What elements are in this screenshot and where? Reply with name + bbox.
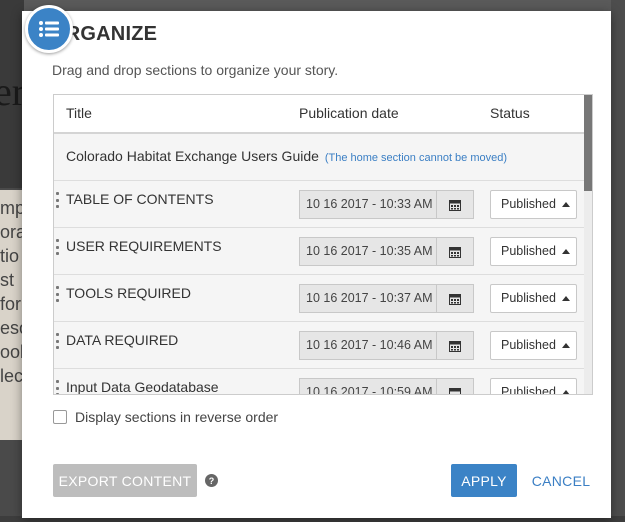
caret-up-icon	[562, 202, 570, 207]
drag-handle-icon[interactable]	[56, 286, 59, 302]
export-content-button[interactable]: EXPORT CONTENT	[53, 464, 197, 497]
section-row[interactable]: TABLE OF CONTENTS 10 16 2017 - 10:33 AM …	[54, 181, 584, 228]
section-row[interactable]: TOOLS REQUIRED 10 16 2017 - 10:37 AM Pub…	[54, 275, 584, 322]
caret-up-icon	[562, 296, 570, 301]
help-icon[interactable]: ?	[205, 474, 218, 487]
status-value: Published	[501, 338, 556, 352]
table-scrollbar[interactable]	[584, 95, 592, 394]
column-header-date: Publication date	[299, 105, 399, 121]
caret-up-icon	[562, 343, 570, 348]
status-select[interactable]: Published	[490, 378, 577, 395]
column-header-status: Status	[490, 105, 530, 121]
home-section-row: Colorado Habitat Exchange Users Guide (T…	[54, 134, 584, 181]
background-text-line: for	[0, 294, 22, 314]
publication-date-field[interactable]: 10 16 2017 - 10:59 AM	[299, 378, 437, 394]
background-right-strip	[611, 0, 625, 522]
section-title: TOOLS REQUIRED	[66, 285, 191, 301]
calendar-icon	[449, 340, 461, 352]
section-row[interactable]: DATA REQUIRED 10 16 2017 - 10:46 AM Publ…	[54, 322, 584, 369]
background-text-line: tio	[0, 246, 20, 266]
publication-date-field[interactable]: 10 16 2017 - 10:37 AM	[299, 284, 437, 313]
section-title: DATA REQUIRED	[66, 332, 179, 348]
status-value: Published	[501, 291, 556, 305]
caret-up-icon	[562, 390, 570, 394]
status-select[interactable]: Published	[490, 331, 577, 360]
organize-dialog: ORGANIZE Drag and drop sections to organ…	[22, 5, 611, 518]
section-title: TABLE OF CONTENTS	[66, 191, 214, 207]
scrollbar-thumb[interactable]	[584, 95, 592, 191]
calendar-icon	[449, 199, 461, 211]
background-text-line: ora	[0, 222, 24, 242]
section-title: Input Data Geodatabase	[66, 379, 219, 395]
publication-date-field[interactable]: 10 16 2017 - 10:46 AM	[299, 331, 437, 360]
calendar-icon	[449, 246, 461, 258]
status-value: Published	[501, 197, 556, 211]
calendar-button[interactable]	[437, 378, 474, 394]
calendar-icon	[449, 293, 461, 305]
calendar-icon	[449, 387, 461, 394]
section-row[interactable]: Input Data Geodatabase 10 16 2017 - 10:5…	[54, 369, 584, 395]
calendar-button[interactable]	[437, 237, 474, 266]
background-text-line: eso	[0, 318, 24, 338]
publication-date-field[interactable]: 10 16 2017 - 10:33 AM	[299, 190, 437, 219]
apply-button[interactable]: APPLY	[451, 464, 517, 497]
status-select[interactable]: Published	[490, 284, 577, 313]
drag-handle-icon[interactable]	[56, 192, 59, 208]
background-text-line: st	[0, 270, 15, 290]
reverse-order-checkbox[interactable]	[53, 410, 67, 424]
publication-date-field[interactable]: 10 16 2017 - 10:35 AM	[299, 237, 437, 266]
background-text-line: ool	[0, 342, 24, 362]
column-header-title: Title	[66, 105, 92, 121]
status-value: Published	[501, 244, 556, 258]
list-icon[interactable]	[25, 5, 73, 53]
status-select[interactable]: Published	[490, 190, 577, 219]
background-text-lines: mp ora tio st for eso ool lec	[0, 196, 24, 388]
home-section-title: Colorado Habitat Exchange Users Guide	[66, 148, 319, 164]
drag-handle-icon[interactable]	[56, 333, 59, 349]
background-text-line: lec	[0, 366, 24, 386]
calendar-button[interactable]	[437, 331, 474, 360]
drag-handle-icon[interactable]	[56, 380, 59, 394]
section-row[interactable]: USER REQUIREMENTS 10 16 2017 - 10:35 AM …	[54, 228, 584, 275]
drag-handle-icon[interactable]	[56, 239, 59, 255]
calendar-button[interactable]	[437, 190, 474, 219]
dialog-subtitle: Drag and drop sections to organize your …	[52, 62, 339, 78]
table-header: Title Publication date Status	[54, 95, 584, 134]
caret-up-icon	[562, 249, 570, 254]
background-text-line: mp	[0, 198, 24, 218]
reverse-order-label: Display sections in reverse order	[75, 409, 279, 425]
cancel-button[interactable]: CANCEL	[531, 464, 591, 497]
section-title: USER REQUIREMENTS	[66, 238, 222, 254]
home-section-cell: Colorado Habitat Exchange Users Guide (T…	[66, 148, 507, 164]
sections-table: Title Publication date Status Colorado H…	[53, 94, 593, 395]
status-select[interactable]: Published	[490, 237, 577, 266]
home-section-note: (The home section cannot be moved)	[324, 152, 508, 164]
calendar-button[interactable]	[437, 284, 474, 313]
reverse-order-option[interactable]: Display sections in reverse order	[53, 409, 278, 425]
status-value: Published	[501, 385, 556, 395]
